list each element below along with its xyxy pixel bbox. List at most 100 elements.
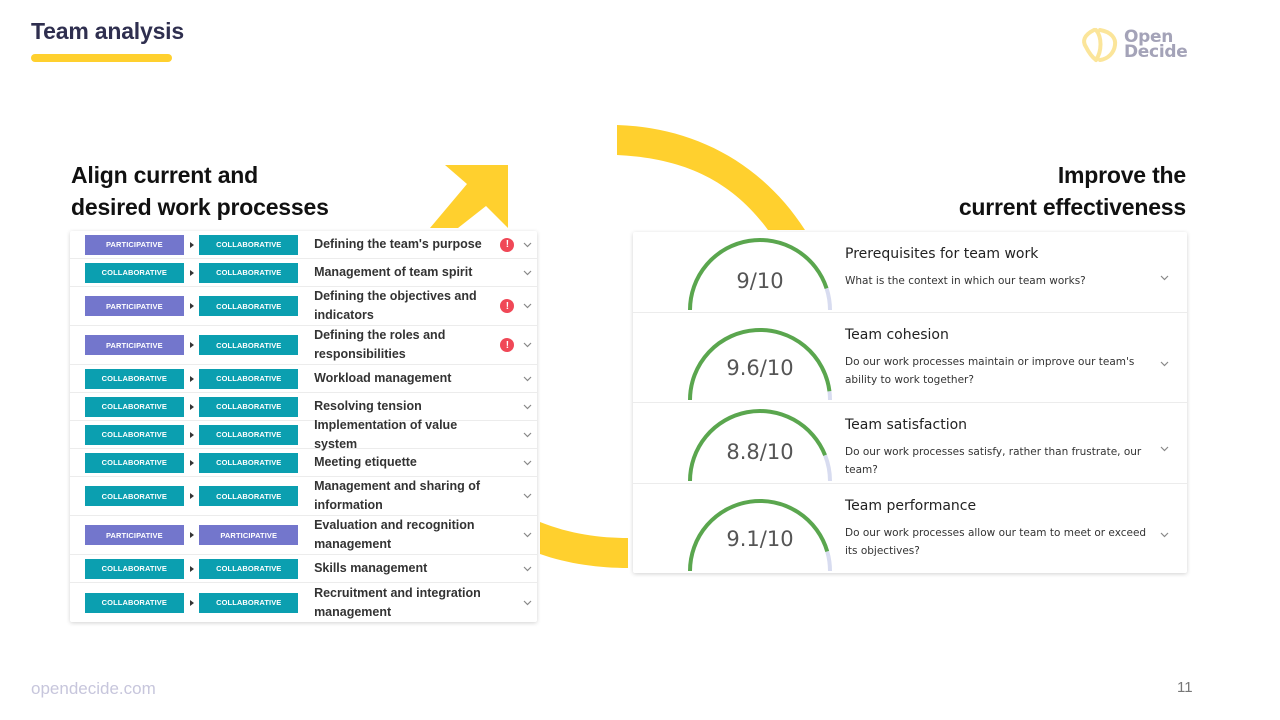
desired-process-tag: COLLABORATIVE [199,234,299,255]
chevron-down-icon[interactable] [517,432,537,438]
current-process-tag: PARTICIPATIVE [85,296,184,316]
current-process-tag: COLLABORATIVE [85,486,184,506]
current-process-tag: COLLABORATIVE [85,368,184,389]
score-description: What is the context in which our team wo… [845,275,1086,287]
chevron-down-icon[interactable] [1160,268,1169,286]
chevron-down-icon[interactable] [1160,439,1169,457]
process-row[interactable]: PARTICIPATIVE PARTICIPATIVE Evaluation and… [70,516,537,555]
process-name: Defining the roles and responsibilities [314,328,446,361]
process-row[interactable]: PARTICIPATIVE COLLABORATIVE Defining the o… [70,287,537,326]
arrow-right-icon [184,303,200,309]
process-name: Skills management [314,561,428,575]
score-row[interactable]: 8.8/10 Team satisfaction Do our work proce… [633,403,1187,484]
current-process-tag: COLLABORATIVE [85,424,184,445]
process-name: Defining the objectives and indicators [314,289,477,322]
alert-icon: ! [500,338,515,352]
desired-process-tag: COLLABORATIVE [199,396,299,417]
score-description: Do our work processes satisfy, rather th… [845,446,1142,476]
current-process-tag: COLLABORATIVE [85,262,184,283]
desired-process-tag: COLLABORATIVE [199,262,299,283]
score-value: 9.6/10 [726,356,794,380]
chevron-down-icon[interactable] [517,342,537,348]
desired-process-tag: COLLABORATIVE [199,592,299,613]
score-row[interactable]: 9.6/10 Team cohesion Do our work processes… [633,313,1187,403]
desired-process-tag: PARTICIPATIVE [199,525,299,545]
process-row[interactable]: PARTICIPATIVE COLLABORATIVE Defining the r… [70,326,537,365]
chevron-down-icon[interactable] [517,532,537,538]
chevron-down-icon[interactable] [517,460,537,466]
effectiveness-panel: 9/10 Prerequisites for team work What is t… [633,232,1187,573]
arrow-right-icon [184,599,200,606]
process-row[interactable]: COLLABORATIVE COLLABORATIVE Meeting etique… [70,449,537,477]
process-row[interactable]: COLLABORATIVE COLLABORATIVE Recruitment an… [70,583,537,622]
score-title: Team cohesion [845,327,949,343]
desired-process-tag: COLLABORATIVE [199,452,299,473]
score-description: Do our work processes maintain or improv… [845,356,1135,386]
arrow-right-icon [184,241,200,248]
arrow-right-icon [184,459,200,466]
process-row[interactable]: COLLABORATIVE COLLABORATIVE Implementation… [70,418,537,451]
process-row[interactable]: COLLABORATIVE COLLABORATIVE Management and… [70,477,537,516]
process-row[interactable]: PARTICIPATIVE COLLABORATIVE Defining the t… [70,231,537,259]
current-process-tag: COLLABORATIVE [85,452,184,473]
left-heading-line1: Align current and [71,162,259,188]
gauge-container: 9/10 [633,231,845,312]
process-name: Workload management [314,371,452,385]
process-name: Evaluation and recognition management [314,518,475,551]
chevron-down-icon[interactable] [517,242,537,248]
work-process-panel: PARTICIPATIVE COLLABORATIVE Defining the t… [70,231,537,622]
score-row[interactable]: 9/10 Prerequisites for team work What is t… [633,232,1187,313]
chevron-down-icon[interactable] [517,404,537,410]
right-section-heading: Improve the current effectiveness [959,159,1186,223]
title-underline [31,54,172,62]
right-heading-line1: Improve the [1057,162,1186,188]
desired-process-tag: COLLABORATIVE [199,296,299,316]
current-process-tag: PARTICIPATIVE [85,525,184,545]
process-row[interactable]: COLLABORATIVE COLLABORATIVE Management of … [70,259,537,287]
page-number: 11 [1177,679,1193,696]
gauge-container: 9.6/10 [633,312,845,402]
score-row[interactable]: 9.1/10 Team performance Do our work proces… [633,484,1187,573]
arrow-right-icon [184,269,200,276]
logo: Open Decide [1080,27,1188,63]
desired-process-tag: COLLABORATIVE [199,558,299,579]
score-title: Prerequisites for team work [845,246,1039,262]
chevron-down-icon[interactable] [517,600,537,606]
score-value: 9.1/10 [726,527,794,551]
open-decide-logo-icon [1082,28,1118,62]
chevron-down-icon[interactable] [517,270,537,276]
gauge-track [827,390,833,400]
gauge-container: 9.1/10 [633,484,845,573]
chevron-down-icon[interactable] [517,493,537,499]
arrow-right-icon [184,532,200,538]
left-section-heading: Align current and desired work processes [71,159,329,223]
chevron-down-icon[interactable] [1160,525,1169,543]
left-heading-line2: desired work processes [71,194,329,220]
logo-text-line2: Decide [1124,42,1188,62]
alert-icon: ! [500,299,515,313]
chevron-down-icon[interactable] [517,376,537,382]
arrow-up-right-icon [430,165,508,228]
chevron-down-icon[interactable] [517,566,537,572]
alert-icon: ! [500,237,515,252]
chevron-down-icon[interactable] [1160,354,1169,372]
arc-bottom-middle [540,522,628,568]
process-name: Defining the team's purpose [314,237,482,251]
desired-process-tag: COLLABORATIVE [199,486,299,506]
current-process-tag: COLLABORATIVE [85,592,184,613]
current-process-tag: PARTICIPATIVE [85,335,184,355]
desired-process-tag: COLLABORATIVE [199,335,299,355]
current-process-tag: COLLABORATIVE [85,558,184,579]
process-row[interactable]: COLLABORATIVE COLLABORATIVE Skills managem… [70,555,537,583]
gauge-container: 8.8/10 [633,402,845,483]
arc-top-right [617,125,805,230]
process-row[interactable]: COLLABORATIVE COLLABORATIVE Workload manag… [70,365,537,393]
process-name: Implementation of value system [314,417,458,451]
score-description: Do our work processes allow our team to … [845,527,1147,557]
chevron-down-icon[interactable] [517,303,537,309]
score-title: Team satisfaction [845,417,968,433]
process-name: Management and sharing of information [314,479,481,512]
current-process-tag: PARTICIPATIVE [85,234,184,255]
desired-process-tag: COLLABORATIVE [199,424,299,445]
footer-url[interactable]: opendecide.com [31,679,156,699]
